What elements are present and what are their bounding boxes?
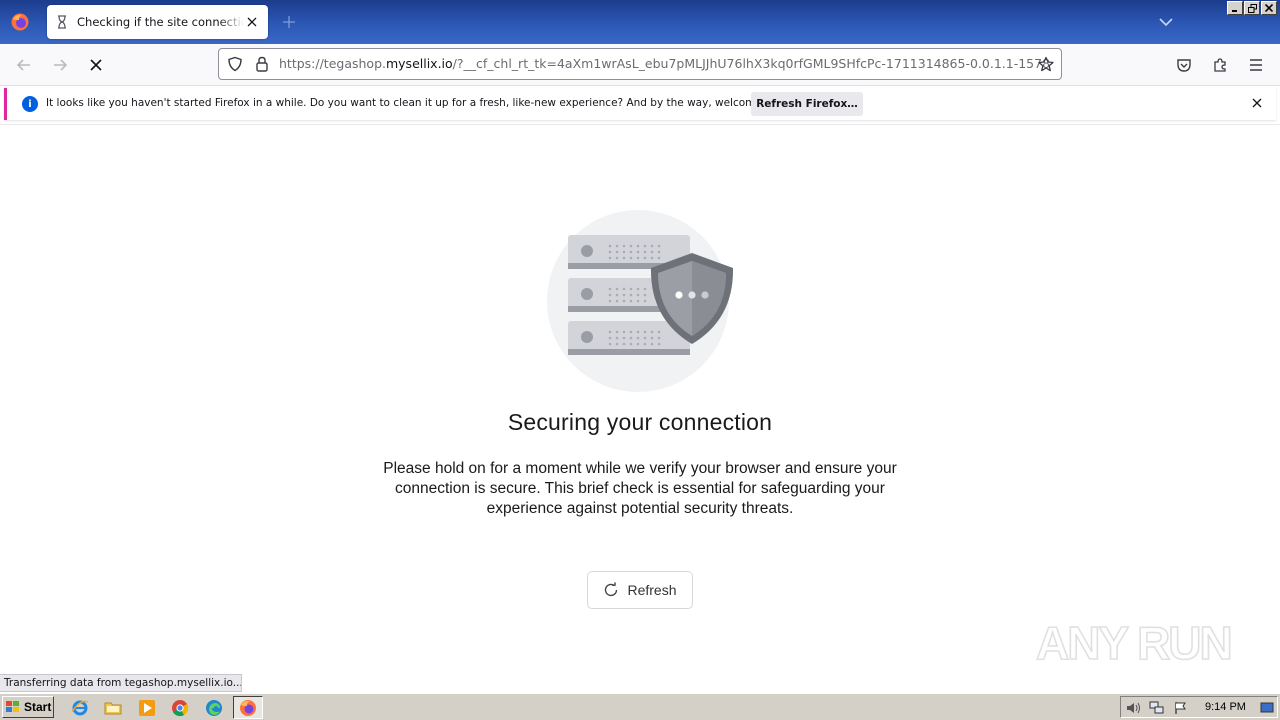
start-button[interactable]: Start xyxy=(2,696,54,718)
url-prefix: https://tegashop. xyxy=(279,56,386,71)
notification-message: It looks like you haven't started Firefo… xyxy=(46,97,795,109)
clock[interactable]: 9:14 PM xyxy=(1205,697,1246,717)
network-icon[interactable] xyxy=(1149,700,1165,716)
new-tab-button[interactable] xyxy=(279,12,299,32)
firefox-icon[interactable] xyxy=(0,0,40,44)
refresh-firefox-button[interactable]: Refresh Firefox… xyxy=(751,92,863,116)
chrome-icon[interactable] xyxy=(170,698,190,718)
forward-arrow-icon[interactable] xyxy=(49,54,71,76)
stop-loading-icon[interactable] xyxy=(85,54,107,76)
hourglass-icon xyxy=(55,15,69,29)
chevron-down-icon[interactable] xyxy=(1157,13,1175,31)
bookmark-star-icon[interactable] xyxy=(1037,55,1055,73)
window-controls xyxy=(1227,1,1277,15)
info-icon: i xyxy=(22,96,38,112)
url-domain: mysellix.io xyxy=(385,56,453,71)
refresh-label: Refresh xyxy=(627,582,677,598)
status-bar: Transferring data from tegashop.mysellix… xyxy=(0,674,242,692)
lock-icon[interactable] xyxy=(253,55,271,73)
extensions-puzzle-icon[interactable] xyxy=(1209,54,1231,76)
close-icon[interactable] xyxy=(1250,96,1264,110)
pocket-icon[interactable] xyxy=(1173,54,1195,76)
server-shield-illustration xyxy=(546,209,736,393)
taskbar: Start 9:14 PM xyxy=(0,693,1280,720)
flag-icon[interactable] xyxy=(1173,700,1189,716)
show-desktop-icon[interactable] xyxy=(1259,700,1275,716)
back-arrow-icon[interactable] xyxy=(13,54,35,76)
navigation-toolbar: https://tegashop.mysellix.io/?__cf_chl_r… xyxy=(0,44,1280,86)
restore-button[interactable] xyxy=(1244,1,1260,15)
refresh-icon xyxy=(603,582,619,598)
folder-icon[interactable] xyxy=(103,698,123,718)
tab-title: Checking if the site connection is secur… xyxy=(77,15,244,29)
windows-logo-icon xyxy=(5,700,21,714)
tracking-shield-icon[interactable] xyxy=(226,55,244,73)
page-title: Securing your connection xyxy=(507,409,773,435)
refresh-button[interactable]: Refresh xyxy=(587,571,693,609)
url-path: /?__cf_chl_rt_tk=4aXm1wrAsL_ebu7pMLJJhU7… xyxy=(452,56,1051,71)
firefox-icon xyxy=(240,699,256,716)
tab-strip: Checking if the site connection is secur… xyxy=(0,0,1280,44)
page-description: Please hold on for a moment while we ver… xyxy=(383,460,897,517)
url-text[interactable]: https://tegashop.mysellix.io/?__cf_chl_r… xyxy=(279,49,1050,79)
close-window-button[interactable] xyxy=(1261,1,1277,15)
tab-active[interactable]: Checking if the site connection is secur… xyxy=(47,5,268,39)
start-label: Start xyxy=(24,700,52,714)
internet-explorer-icon[interactable] xyxy=(70,698,90,718)
speaker-icon[interactable] xyxy=(1125,700,1141,716)
page-content: Securing your connection Please hold on … xyxy=(0,124,1280,692)
firefox-taskbar-button[interactable] xyxy=(233,696,263,719)
minimize-button[interactable] xyxy=(1227,1,1243,15)
watermark-text: ANY RUN xyxy=(1036,617,1231,669)
url-bar[interactable]: https://tegashop.mysellix.io/?__cf_chl_r… xyxy=(218,48,1062,80)
anyrun-watermark-logo: ANY RUN xyxy=(1035,609,1236,673)
media-player-icon[interactable] xyxy=(137,698,157,718)
screen: Checking if the site connection is secur… xyxy=(0,0,1280,720)
edge-icon[interactable] xyxy=(204,698,224,718)
notification-bar: i It looks like you haven't started Fire… xyxy=(4,88,1276,120)
system-tray: 9:14 PM xyxy=(1120,696,1278,718)
close-icon[interactable] xyxy=(244,14,260,30)
hamburger-menu-icon[interactable] xyxy=(1245,54,1267,76)
